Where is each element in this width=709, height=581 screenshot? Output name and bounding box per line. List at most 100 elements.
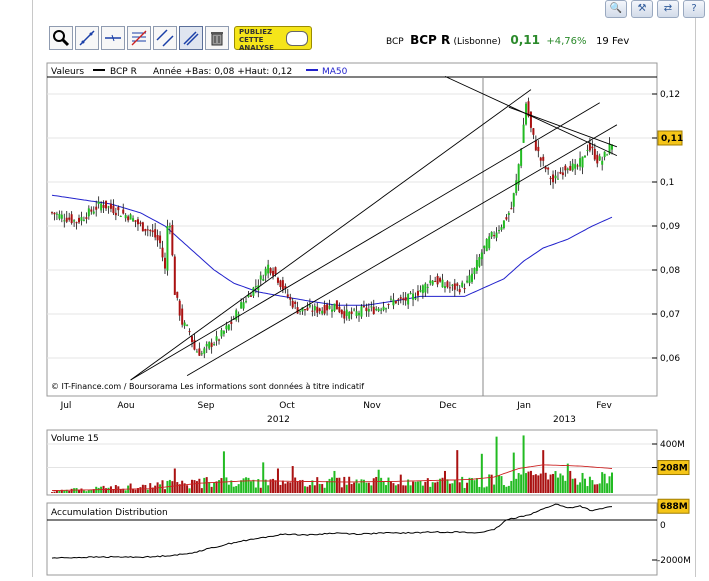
volume-bar	[493, 484, 496, 493]
time-axis-label: Fev	[596, 401, 612, 411]
candle-body	[149, 230, 152, 232]
volume-last-tag-label: 208M	[660, 464, 688, 474]
legend-ma-swatch	[306, 69, 318, 71]
candle-body	[547, 167, 550, 170]
candle-body	[122, 209, 125, 214]
volume-bar	[299, 480, 302, 493]
candle-body	[53, 212, 56, 215]
candle-body	[571, 163, 574, 171]
volume-bar	[353, 482, 356, 493]
candle-body	[208, 341, 211, 349]
candle-body	[151, 230, 154, 233]
candle-body	[102, 205, 105, 208]
candle-body	[299, 310, 302, 312]
legend-year-stats: Année +Bas: 0,08 +Haut: 0,12	[153, 66, 292, 77]
volume-bar	[318, 483, 321, 493]
volume-bar	[510, 480, 513, 493]
volume-bar	[556, 477, 559, 493]
candle-body	[549, 177, 552, 180]
volume-bar	[480, 453, 483, 493]
volume-bar	[591, 480, 594, 493]
volume-bar	[409, 485, 412, 493]
volume-bar	[350, 484, 353, 493]
candle-body	[78, 217, 81, 223]
candle-body	[588, 143, 591, 151]
volume-bar	[205, 477, 208, 493]
candle-body	[493, 235, 496, 237]
volume-bar	[328, 478, 331, 493]
time-axis-label: Nov	[363, 401, 381, 411]
volume-bar	[134, 489, 137, 493]
legend-series-name: BCP R	[110, 67, 137, 77]
candle-body	[606, 154, 609, 156]
price-tick-label: 0,07	[660, 310, 680, 320]
candle-body	[195, 351, 198, 353]
candle-body	[178, 300, 181, 316]
candle-body	[367, 309, 370, 312]
volume-bar	[249, 481, 252, 493]
volume-bar	[316, 477, 319, 493]
volume-bar	[520, 474, 523, 493]
volume-bar	[225, 477, 228, 493]
candle-body	[409, 292, 412, 294]
volume-bar	[446, 479, 449, 493]
volume-bar	[372, 478, 375, 493]
volume-bar	[588, 476, 591, 493]
candle-body	[85, 217, 88, 219]
volume-bar	[252, 479, 255, 493]
candle-body	[291, 300, 294, 308]
volume-bar	[345, 484, 348, 493]
volume-bar	[78, 490, 81, 493]
volume-bar	[119, 489, 122, 493]
candle-body	[112, 205, 115, 214]
candle-body	[227, 324, 230, 330]
candle-body	[318, 308, 321, 312]
candle-body	[114, 212, 117, 216]
volume-bar	[416, 481, 419, 493]
candle-body	[372, 306, 375, 315]
volume-bar	[296, 481, 299, 493]
candle-body	[210, 342, 213, 347]
volume-bar	[311, 480, 314, 493]
candle-body	[350, 311, 353, 314]
candle-body	[488, 236, 491, 249]
candle-body	[426, 286, 429, 288]
candle-body	[203, 348, 206, 354]
candle-body	[579, 158, 582, 167]
candle-body	[429, 280, 432, 284]
candle-body	[264, 268, 267, 276]
volume-bar	[237, 484, 240, 493]
candle-body	[586, 149, 589, 151]
candle-body	[443, 286, 446, 289]
volume-bar	[537, 475, 540, 493]
volume-bar	[456, 450, 459, 493]
volume-bar	[90, 489, 93, 493]
volume-bar	[279, 484, 282, 493]
ma50-path	[51, 194, 613, 306]
volume-bar	[571, 478, 574, 493]
price-tick-label: 0,1	[660, 178, 674, 188]
volume-bar	[443, 470, 446, 493]
candle-body	[596, 154, 599, 164]
candle-body	[498, 229, 501, 231]
candle-body	[510, 208, 513, 210]
volume-bar	[53, 491, 56, 493]
candle-body	[68, 217, 71, 220]
candle-body	[87, 208, 90, 217]
volume-title: Volume 15	[51, 434, 99, 444]
volume-bar	[500, 476, 503, 493]
candle-body	[220, 330, 223, 337]
volume-bar	[80, 488, 83, 493]
volume-bar	[412, 481, 415, 493]
volume-bar	[68, 490, 71, 493]
volume-bar	[132, 489, 135, 493]
candle-body	[340, 309, 343, 315]
volume-bar	[171, 481, 174, 493]
volume-bar	[85, 491, 88, 493]
candle-body	[70, 214, 73, 224]
candle-body	[100, 203, 103, 211]
candle-body	[107, 206, 110, 208]
candle-body	[139, 222, 142, 224]
volume-bar	[392, 483, 395, 493]
candle-body	[556, 178, 559, 180]
